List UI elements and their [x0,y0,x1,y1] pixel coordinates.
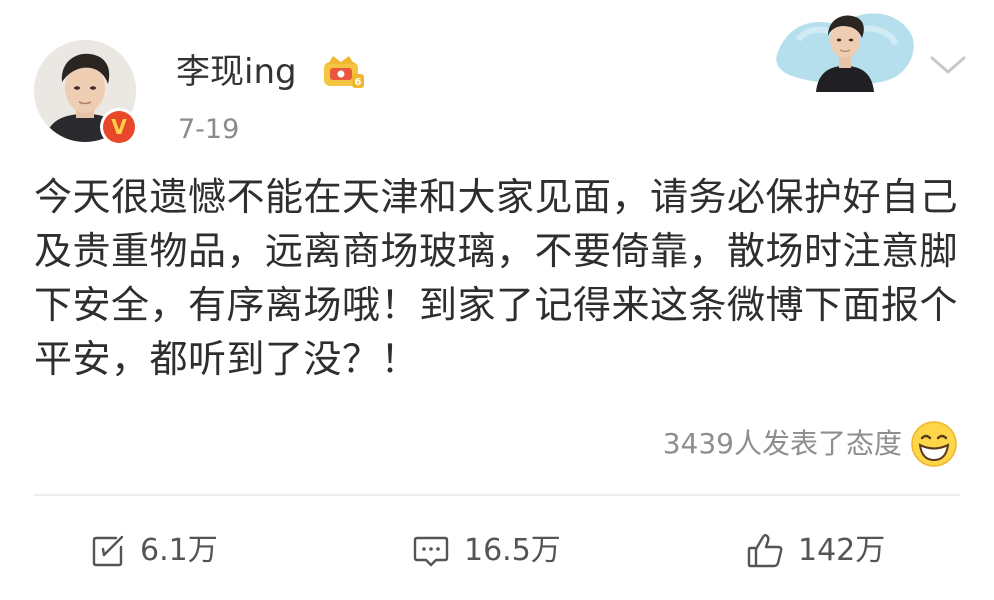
verified-badge: V [100,108,138,146]
comment-button[interactable]: 16.5万 [412,526,561,576]
reactions-summary[interactable]: 3439人发表了态度 [663,424,902,464]
thumbs-up-icon [747,534,783,568]
weibo-post-card: V 李现ing 6 7-19 今天很遗憾不能在天津和大家见面，请务必保护好自己及… [0,0,994,600]
post-text: 今天很遗憾不能在天津和大家见面，请务必保护好自己及贵重物品，远离商场玻璃，不要倚… [34,175,959,381]
card-decoration-image [776,13,914,92]
username[interactable]: 李现ing [176,50,297,94]
crown-vip-icon[interactable]: 6 [322,52,366,92]
repost-count: 6.1万 [140,533,218,568]
chevron-down-icon[interactable] [928,50,968,80]
grinning-emoji-icon[interactable] [910,420,958,468]
like-button[interactable]: 142万 [746,526,885,576]
post-date: 7-19 [178,114,240,145]
repost-button[interactable]: 6.1万 [90,526,218,576]
svg-text:6: 6 [355,77,362,88]
comment-count: 16.5万 [464,533,561,568]
repost-icon [92,535,124,567]
comment-icon [413,536,449,567]
divider [34,494,960,496]
like-count: 142万 [798,533,886,568]
verified-v-icon: V [103,111,135,143]
